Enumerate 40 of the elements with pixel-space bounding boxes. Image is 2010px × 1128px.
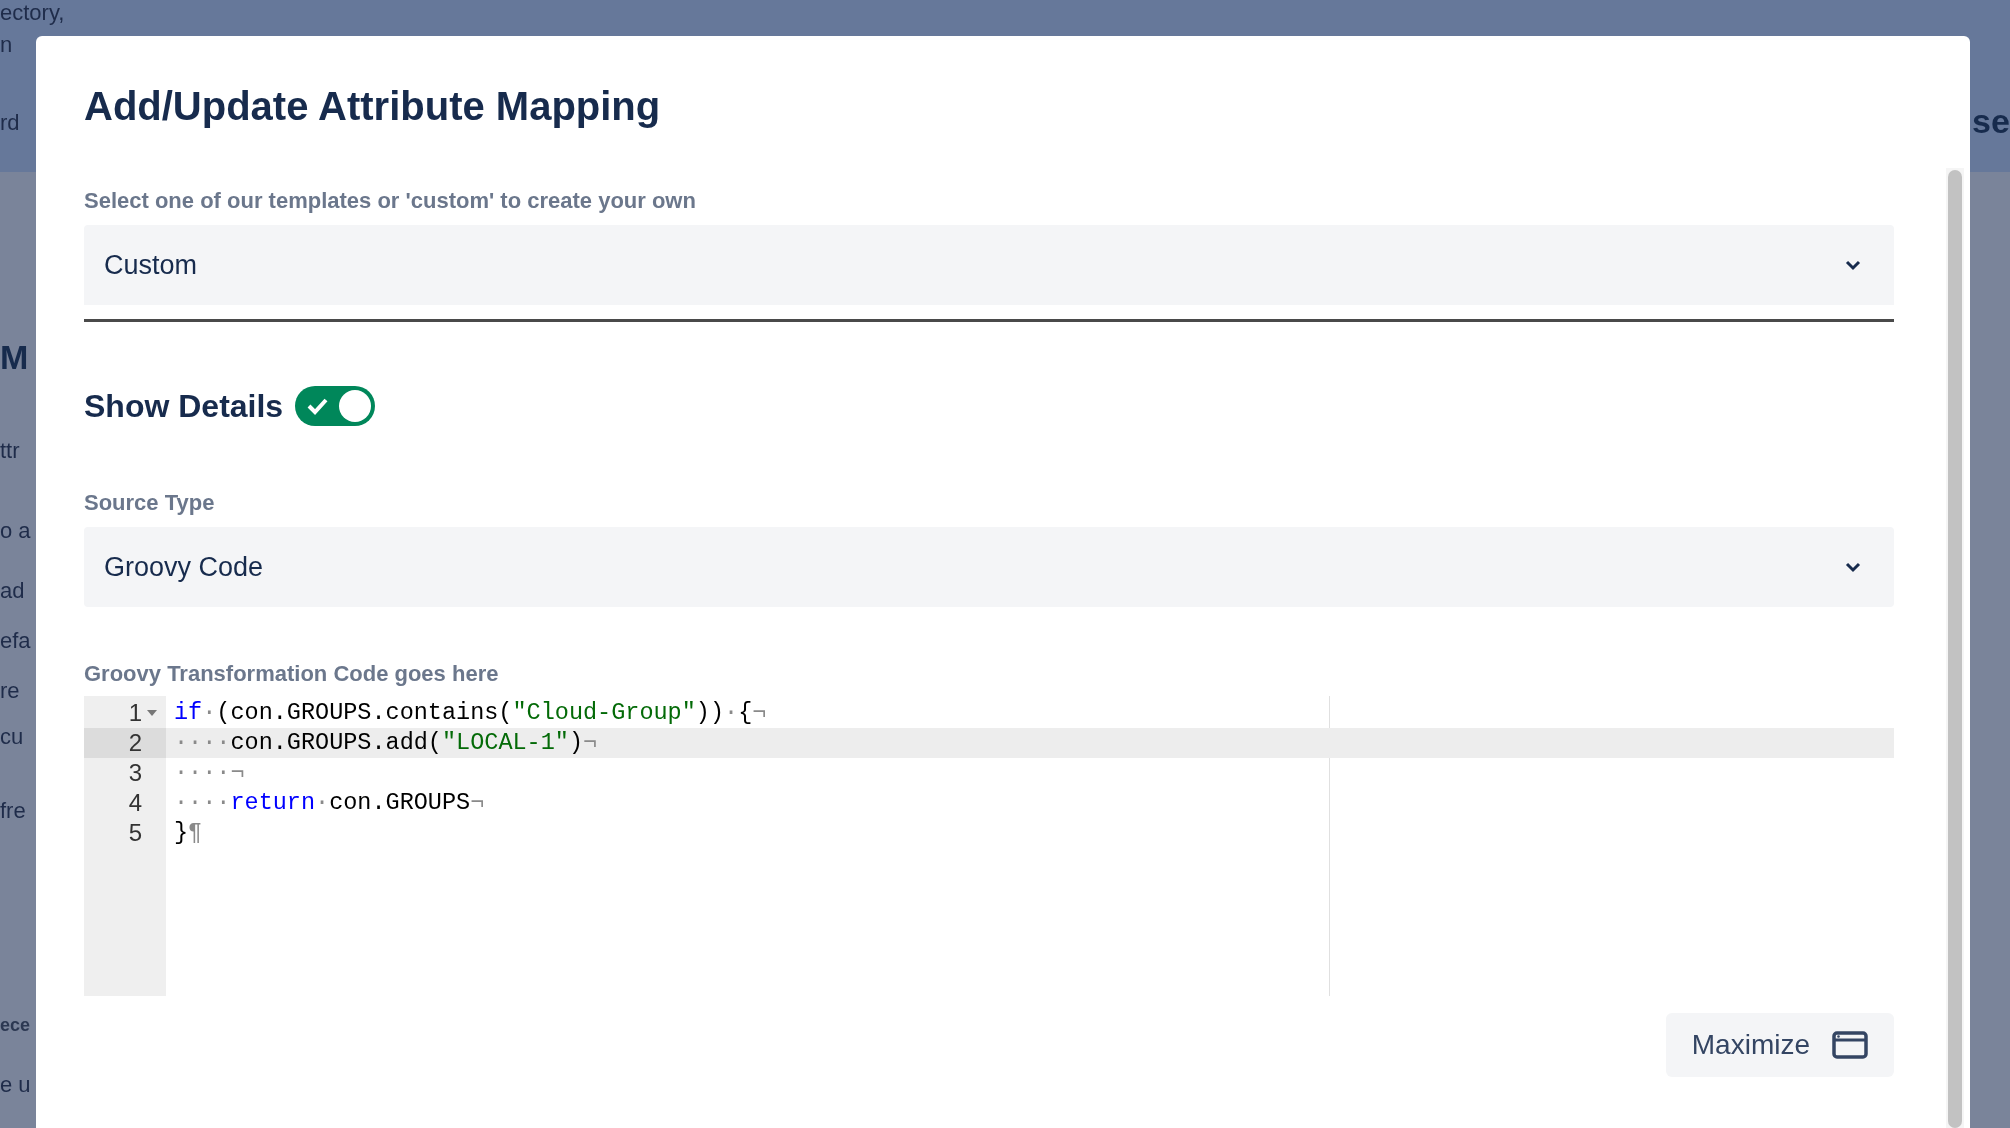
code-editor[interactable]: 1 if·(con.GROUPS.contains("Cloud-Group"))·{¬ 2 ····con.GROUPS.add("LOCAL-1")¬ 3 ····¬ 4 ····return·con.GROUPS¬ 5 }¶	[84, 696, 1894, 996]
background-text: ectory,	[0, 2, 65, 24]
check-icon	[305, 396, 330, 416]
line-number: 2	[128, 728, 142, 758]
background-text: ad	[0, 580, 25, 602]
chevron-down-icon	[1844, 259, 1862, 271]
background-text: n	[0, 34, 13, 56]
line-number: 1	[128, 698, 142, 728]
line-number: 5	[128, 818, 142, 848]
background-text: ece	[0, 1016, 31, 1034]
scrollbar-thumb[interactable]	[1948, 170, 1962, 1128]
dialog-title: Add/Update Attribute Mapping	[84, 83, 662, 130]
window-icon	[1832, 1031, 1868, 1059]
chevron-down-icon	[1844, 561, 1862, 573]
toggle-switch[interactable]	[295, 386, 376, 426]
background-text: rd	[0, 112, 20, 134]
template-select[interactable]: Custom	[84, 225, 1894, 305]
fold-caret-icon[interactable]	[146, 708, 158, 718]
background-text: e u	[0, 1074, 31, 1096]
field-label: Source Type	[84, 489, 216, 517]
source-type-select[interactable]: Groovy Code	[84, 527, 1894, 607]
background-text: ttr	[0, 440, 20, 462]
background-text: o a	[0, 520, 31, 542]
line-number: 4	[128, 788, 142, 818]
line-number: 3	[128, 758, 142, 788]
code-line: ····con.GROUPS.add("LOCAL-1")¬	[173, 728, 598, 759]
field-label: Select one of our templates or 'custom' to create your own	[84, 187, 697, 215]
background-text: se	[1972, 104, 2010, 138]
background-text: cu	[0, 726, 24, 748]
background-text: fre	[0, 800, 26, 822]
code-line: ····¬	[173, 758, 245, 789]
code-line: ····return·con.GROUPS¬	[173, 788, 485, 819]
background-text: efa	[0, 630, 31, 652]
section-label: Show Details	[84, 387, 284, 426]
maximize-button[interactable]: Maximize	[1665, 1013, 1894, 1077]
background-text: re	[0, 680, 20, 702]
code-line: }¶	[173, 818, 203, 849]
code-line: if·(con.GROUPS.contains("Cloud-Group"))·{¬	[173, 698, 767, 729]
background-text: M	[0, 340, 29, 374]
field-label: Groovy Transformation Code goes here	[84, 660, 500, 688]
